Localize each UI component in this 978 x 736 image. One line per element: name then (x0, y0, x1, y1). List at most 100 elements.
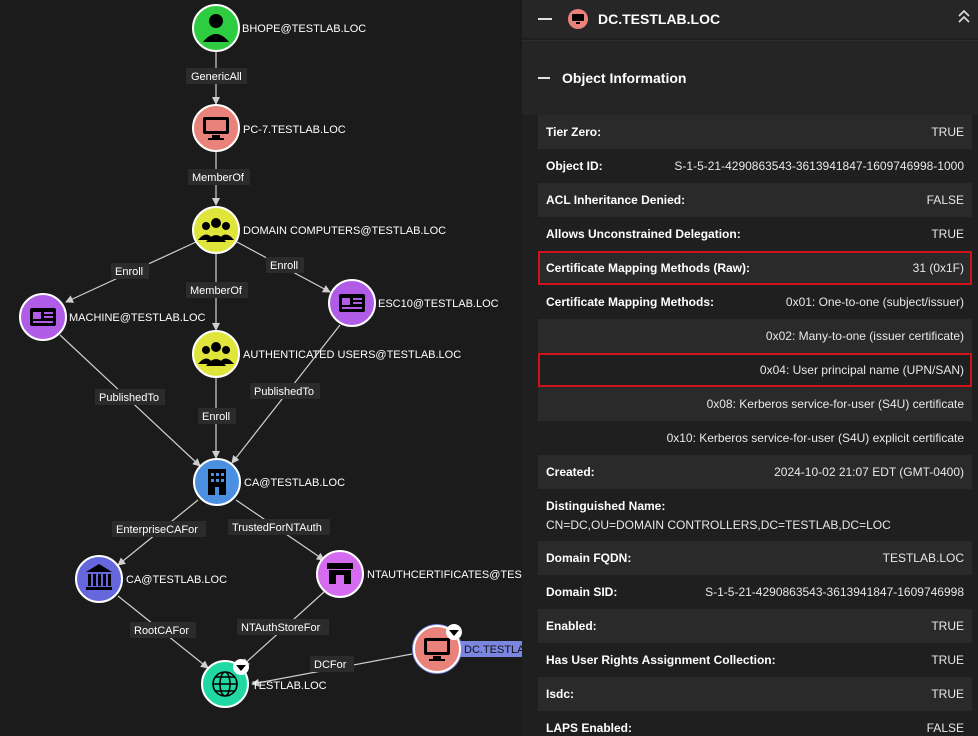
prop-value: TRUE (931, 125, 964, 139)
node-esc10[interactable]: ESC10@TESTLAB.LOC (328, 279, 499, 327)
prop-value: 0x02: Many-to-one (issuer certificate) (765, 329, 964, 343)
prop-key: Domain FQDN: (546, 551, 632, 565)
node-bhope[interactable]: BHOPE@TESTLAB.LOC (192, 4, 366, 52)
minimize-icon[interactable] (538, 18, 552, 20)
prop-key: Certificate Mapping Methods (Raw): (546, 261, 751, 275)
prop-tier-zero: Tier Zero: TRUE (538, 115, 972, 149)
node-dc[interactable]: DC.TESTLAB.LOC (412, 624, 522, 674)
prop-distinguished-name: Distinguished Name: CN=DC,OU=DOMAIN CONTR… (538, 489, 972, 541)
edge-label-rootcafor: RootCAFor (134, 625, 189, 637)
node-label-root-ca: CA@TESTLAB.LOC (126, 574, 227, 586)
ntauth-store-icon (327, 563, 353, 584)
prop-unconstrained-delegation: Allows Unconstrained Delegation: TRUE (538, 217, 972, 251)
prop-value: 0x08: Kerberos service-for-user (S4U) ce… (706, 397, 964, 411)
prop-domain-fqdn: Domain FQDN: TESTLAB.LOC (538, 541, 972, 575)
prop-value: 2024-10-02 21:07 EDT (GMT-0400) (774, 465, 964, 479)
cert-template-icon (30, 308, 56, 326)
cert-template-icon (339, 294, 365, 312)
prop-value: TRUE (931, 227, 964, 241)
prop-value: 31 (0x1F) (912, 261, 964, 275)
prop-cert-mapping-0x04: 0x04: User principal name (UPN/SAN) (538, 353, 972, 387)
enterprise-ca-icon (208, 469, 226, 495)
prop-created: Created: 2024-10-02 21:07 EDT (GMT-0400) (538, 455, 972, 489)
prop-key: Isdc: (546, 687, 575, 701)
prop-value: TRUE (931, 653, 964, 667)
prop-cert-mapping-raw: Certificate Mapping Methods (Raw): 31 (0x… (538, 251, 972, 285)
node-root-ca[interactable]: CA@TESTLAB.LOC (75, 555, 227, 603)
prop-value: 0x04: User principal name (UPN/SAN) (759, 363, 964, 377)
prop-key: Enabled: (546, 619, 597, 633)
property-list: Tier Zero: TRUE Object ID: S-1-5-21-429086… (538, 115, 972, 736)
node-label-domain-computers: DOMAIN COMPUTERS@TESTLAB.LOC (243, 225, 446, 237)
collapse-section-icon[interactable] (538, 77, 550, 79)
node-label-ntauth: NTAUTHCERTIFICATES@TESTLAB.LOC (367, 569, 522, 581)
prop-value: CN=DC,OU=DOMAIN CONTROLLERS,DC=TESTLAB,D… (546, 517, 891, 532)
prop-key: Certificate Mapping Methods: (546, 295, 715, 309)
prop-value: 0x10: Kerberos service-for-user (S4U) ex… (666, 431, 964, 445)
prop-key: Allows Unconstrained Delegation: (546, 227, 741, 241)
prop-key: LAPS Enabled: (546, 721, 633, 735)
node-label-pc7: PC-7.TESTLAB.LOC (243, 124, 346, 136)
edge-label-enroll-machine: Enroll (115, 266, 143, 278)
edge-label-enterprisecafor: EnterpriseCAFor (116, 524, 198, 536)
entity-panel[interactable]: DC.TESTLAB.LOC Object Information Tier Z… (522, 0, 978, 736)
edge-label-publishedto-machine: PublishedTo (99, 392, 159, 404)
prop-cert-mapping-0x08: 0x08: Kerberos service-for-user (S4U) ce… (538, 387, 972, 421)
entity-header: DC.TESTLAB.LOC (522, 0, 978, 38)
object-information-section-header[interactable]: Object Information (522, 40, 978, 115)
prop-value: FALSE (926, 721, 964, 735)
node-ntauth[interactable]: NTAUTHCERTIFICATES@TESTLAB.LOC (316, 550, 522, 598)
prop-domain-sid: Domain SID: S-1-5-21-4290863543-361394184… (538, 575, 972, 609)
edge-label-genericall: GenericAll (191, 71, 242, 83)
node-label-bhope: BHOPE@TESTLAB.LOC (242, 23, 366, 35)
prop-laps-enabled: LAPS Enabled: FALSE (538, 711, 972, 736)
prop-cert-mapping-0x02: 0x02: Many-to-one (issuer certificate) (538, 319, 972, 353)
prop-user-rights-assignment: Has User Rights Assignment Collection: TR… (538, 643, 972, 677)
prop-value: 0x01: One-to-one (subject/issuer) (785, 295, 964, 309)
node-authenticated-users[interactable]: AUTHENTICATED USERS@TESTLAB.LOC (192, 330, 461, 378)
prop-key: Object ID: (546, 159, 603, 173)
prop-object-id: Object ID: S-1-5-21-4290863543-3613941847… (538, 149, 972, 183)
node-domain[interactable]: TESTLAB.LOC (201, 659, 327, 708)
prop-value: S-1-5-21-4290863543-3613941847-160974699… (705, 585, 964, 599)
node-enterprise-ca[interactable]: CA@TESTLAB.LOC (193, 458, 345, 506)
edge-label-memberof-1: MemberOf (192, 172, 245, 184)
prop-value: TRUE (931, 687, 964, 701)
node-label-domain: TESTLAB.LOC (252, 680, 327, 692)
edge-label-trustedforntauth: TrustedForNTAuth (232, 522, 322, 534)
prop-cert-mapping-methods: Certificate Mapping Methods: 0x01: One-to… (538, 285, 972, 319)
graph-canvas[interactable]: GenericAll MemberOf Enroll Enroll Member… (0, 0, 522, 736)
prop-value: FALSE (926, 193, 964, 207)
graph-svg: GenericAll MemberOf Enroll Enroll Member… (19, 4, 522, 708)
node-label-dc: DC.TESTLAB.LOC (464, 644, 522, 656)
prop-value: TESTLAB.LOC (882, 551, 964, 565)
prop-key: Distinguished Name: (546, 498, 666, 513)
edge-label-publishedto-esc10: PublishedTo (254, 386, 314, 398)
node-label-machine: MACHINE@TESTLAB.LOC (69, 312, 206, 324)
edge-label-ntauthstorefor: NTAuthStoreFor (241, 622, 321, 634)
prop-isdc: Isdc: TRUE (538, 677, 972, 711)
prop-value: S-1-5-21-4290863543-3613941847-160974699… (674, 159, 964, 173)
entity-title: DC.TESTLAB.LOC (598, 11, 721, 27)
edge-label-dcfor: DCFor (314, 659, 347, 671)
prop-key: Created: (546, 465, 595, 479)
node-label-enterprise-ca: CA@TESTLAB.LOC (244, 477, 345, 489)
chevron-up-double-icon[interactable] (958, 8, 970, 26)
node-domain-computers[interactable]: DOMAIN COMPUTERS@TESTLAB.LOC (192, 206, 446, 254)
prop-acl-inheritance: ACL Inheritance Denied: FALSE (538, 183, 972, 217)
section-title: Object Information (562, 70, 687, 86)
prop-value: TRUE (931, 619, 964, 633)
prop-cert-mapping-0x10: 0x10: Kerberos service-for-user (S4U) ex… (538, 421, 972, 455)
prop-key: ACL Inheritance Denied: (546, 193, 686, 207)
node-label-authenticated-users: AUTHENTICATED USERS@TESTLAB.LOC (243, 349, 461, 361)
edge-label-enroll-esc10: Enroll (270, 260, 298, 272)
prop-key: Domain SID: (546, 585, 618, 599)
prop-key: Has User Rights Assignment Collection: (546, 653, 776, 667)
edge-label-enroll-ca: Enroll (202, 411, 230, 423)
node-pc7[interactable]: PC-7.TESTLAB.LOC (192, 104, 346, 152)
node-machine[interactable]: MACHINE@TESTLAB.LOC (19, 293, 206, 341)
computer-icon (568, 9, 588, 29)
prop-enabled: Enabled: TRUE (538, 609, 972, 643)
prop-key: Tier Zero: (546, 125, 602, 139)
node-label-esc10: ESC10@TESTLAB.LOC (378, 298, 499, 310)
